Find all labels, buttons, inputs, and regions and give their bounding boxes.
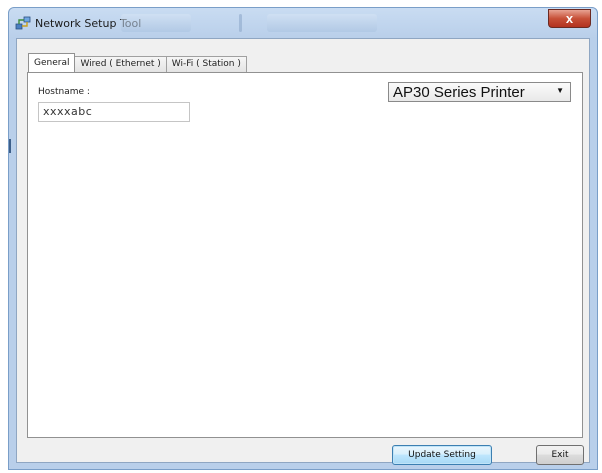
tab-wifi-station[interactable]: Wi-Fi ( Station ) — [165, 56, 247, 72]
exit-button[interactable]: Exit — [536, 445, 584, 465]
printer-select[interactable]: AP30 Series Printer ▼ — [388, 82, 571, 102]
client-area: General Wired ( Ethernet ) Wi-Fi ( Stati… — [16, 38, 590, 465]
tab-strip: General Wired ( Ethernet ) Wi-Fi ( Stati… — [28, 53, 247, 73]
close-button[interactable]: x — [548, 9, 591, 28]
hostname-input[interactable]: xxxxabc — [38, 102, 190, 122]
app-window: Network Setup Tool x General Wired ( Eth… — [8, 7, 598, 470]
background-taskbar-blur — [121, 14, 191, 32]
tab-wired-ethernet[interactable]: Wired ( Ethernet ) — [74, 56, 167, 72]
background-divider-blur — [239, 14, 242, 32]
title-bar[interactable]: Network Setup Tool x — [9, 8, 597, 38]
printer-select-value: AP30 Series Printer — [393, 84, 525, 101]
dropdown-arrow-icon: ▼ — [556, 86, 564, 95]
hostname-label: Hostname : — [38, 87, 90, 97]
general-tab-panel: Hostname : xxxxabc AP30 Series Printer ▼ — [27, 72, 583, 438]
update-setting-button[interactable]: Update Setting — [392, 445, 492, 465]
close-icon: x — [565, 11, 574, 26]
background-window-blur — [267, 14, 377, 32]
window-edge-mark — [9, 139, 11, 153]
network-setup-icon — [15, 15, 31, 31]
tab-general[interactable]: General — [28, 53, 76, 72]
